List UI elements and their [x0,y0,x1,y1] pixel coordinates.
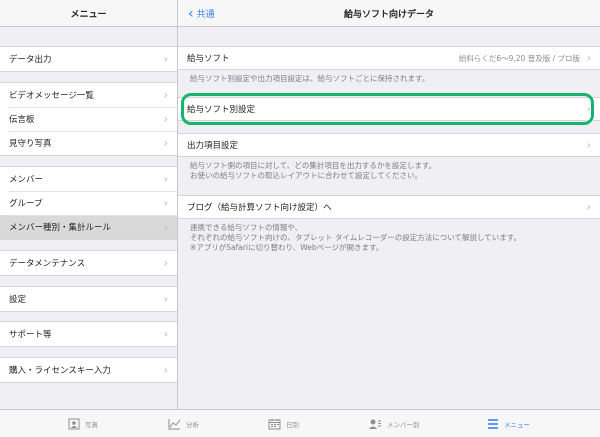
sidebar-item-label: サポート等 [9,330,52,340]
sidebar-item-label: 設定 [9,295,27,305]
tab-label: 日別 [286,421,299,429]
back-label: 共通 [196,10,215,20]
sidebar-group-messages: ビデオメッセージ一覧 › 伝言板 › 見守り写真 › [0,82,177,156]
sidebar-group-maintenance: データメンテナンス › [0,250,177,276]
member-icon [369,419,381,429]
tab-label: メンバー別 [387,421,420,429]
chevron-right-icon: › [586,51,591,65]
output-settings-label: 出力項目設定 [187,141,239,151]
payroll-software-note: 給与ソフト別設定や出力項目設定は、給与ソフトごとに保持されます。 [190,74,429,84]
sidebar-item-data-maintenance[interactable]: データメンテナンス › [0,251,177,275]
back-button[interactable]: ‹ 共通 [188,0,215,27]
sidebar-group-members: メンバー › グループ › メンバー種別・集計ルール › [0,166,177,240]
sidebar-item-label: データメンテナンス [9,259,86,269]
note-line: ※アプリがSafariに切り替わり、Webページが開きます。 [190,243,384,252]
chevron-right-icon: › [163,196,168,210]
chevron-right-icon: › [163,256,168,270]
chevron-right-icon: › [163,112,168,126]
sidebar-item-settings[interactable]: 設定 › [0,287,177,311]
tab-members[interactable]: メンバー別 [368,410,420,437]
sidebar-header: メニュー [0,0,177,27]
sidebar-title: メニュー [70,9,107,20]
chevron-right-icon: › [586,200,591,214]
sidebar-item-members[interactable]: メンバー › [0,167,177,191]
output-settings-row[interactable]: 出力項目設定 › [178,133,600,157]
payroll-software-row[interactable]: 給与ソフト 給料らくだ6〜9,20 普及版 / プロ版 › [178,46,600,70]
sidebar-group-output: データ出力 › [0,46,177,72]
note-text: 給与ソフト別設定や出力項目設定は、給与ソフトごとに保持されます。 [190,74,430,83]
sidebar-group-purchase: 購入・ライセンスキー入力 › [0,357,177,383]
sidebar-item-label: メンバー [9,175,44,185]
menu-icon [488,419,498,429]
chevron-right-icon: › [163,327,168,341]
tab-bar: 写真 分析 日別 メンバー別 メニュー [0,409,600,437]
chart-icon [168,419,181,430]
sidebar-item-label: メンバー種別・集計ルール [9,223,112,233]
chevron-right-icon: › [163,172,168,186]
sidebar-item-label: 購入・ライセンスキー入力 [9,366,111,376]
sidebar-group-support: サポート等 › [0,321,177,347]
photo-icon [68,418,80,430]
tab-label: 写真 [85,421,98,429]
tab-daily[interactable]: 日別 [268,410,299,437]
chevron-right-icon: › [163,136,168,150]
sidebar-item-groups[interactable]: グループ › [0,191,177,215]
payroll-software-label: 給与ソフト [187,54,230,64]
chevron-right-icon: › [163,363,168,377]
sidebar-item-watch-photos[interactable]: 見守り写真 › [0,131,177,155]
sidebar-item-label: 見守り写真 [9,139,52,149]
payroll-software-value: 給料らくだ6〜9,20 普及版 / プロ版 [458,53,580,63]
main-header: ‹ 共通 給与ソフト向けデータ [178,0,600,27]
blog-link-label: ブログ（給与計算ソフト向け設定）へ [187,203,332,213]
tab-photos[interactable]: 写真 [68,410,98,437]
sidebar-item-data-output[interactable]: データ出力 › [0,47,177,71]
calendar-icon [268,419,281,430]
sidebar-item-member-type-rules[interactable]: メンバー種別・集計ルール › [0,215,177,239]
chevron-right-icon: › [163,220,168,234]
tab-label: 分析 [186,421,199,429]
note-line: 給与ソフト側の項目に対して、どの集計項目を出力するかを設定します。 [190,161,437,170]
note-line: お使いの給与ソフトの取込レイアウトに合わせて設定してください。 [190,171,423,180]
sidebar-group-settings: 設定 › [0,286,177,312]
sidebar: メニュー データ出力 › ビデオメッセージ一覧 › 伝言板 › 見守り写真 › … [0,0,178,409]
sidebar-item-label: 伝言板 [9,115,35,125]
note-line: それぞれの給与ソフト向けの、タブレット タイムレコーダーの設定方法について解説し… [190,233,522,242]
sidebar-item-label: グループ [9,199,43,209]
chevron-right-icon: › [163,52,168,66]
note-line: 連携できる給与ソフトの情報や、 [190,223,303,232]
highlight-outline [181,93,594,125]
sidebar-item-purchase-license[interactable]: 購入・ライセンスキー入力 › [0,358,177,382]
chevron-right-icon: › [586,138,591,152]
tab-menu[interactable]: メニュー [487,410,530,437]
chevron-left-icon: ‹ [188,5,194,22]
main-panel: ‹ 共通 給与ソフト向けデータ 給与ソフト 給料らくだ6〜9,20 普及版 / … [178,0,600,409]
sidebar-item-support[interactable]: サポート等 › [0,322,177,346]
output-settings-note: 給与ソフト側の項目に対して、どの集計項目を出力するかを設定します。 お使いの給与… [190,161,436,181]
tab-analysis[interactable]: 分析 [168,410,199,437]
page-title: 給与ソフト向けデータ [343,9,434,20]
blog-note: 連携できる給与ソフトの情報や、 それぞれの給与ソフト向けの、タブレット タイムレ… [190,223,521,253]
sidebar-item-message-board[interactable]: 伝言板 › [0,107,177,131]
sidebar-item-label: ビデオメッセージ一覧 [9,91,94,101]
tab-label: メニュー [504,421,530,429]
blog-link-row[interactable]: ブログ（給与計算ソフト向け設定）へ › [178,195,600,219]
chevron-right-icon: › [163,292,168,306]
sidebar-item-video-messages[interactable]: ビデオメッセージ一覧 › [0,83,177,107]
sidebar-item-label: データ出力 [9,55,52,65]
chevron-right-icon: › [163,88,168,102]
